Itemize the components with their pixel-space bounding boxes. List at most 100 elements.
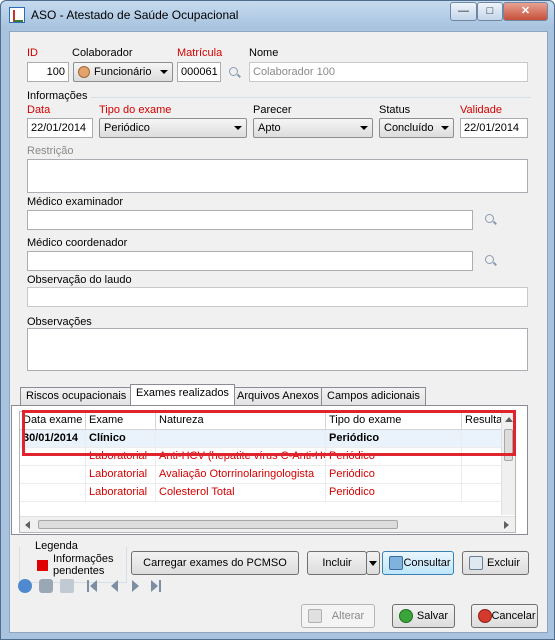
- next-record-icon[interactable]: [129, 579, 143, 593]
- restricao-textarea[interactable]: [27, 159, 528, 193]
- legend-item-label: Informações pendentes: [53, 553, 114, 577]
- cell-exame: Clínico: [86, 430, 156, 448]
- history-icon[interactable]: [60, 579, 74, 593]
- cell-natureza: Anti-HCV (hepatite vírus C-Anti-HCV): [156, 448, 326, 466]
- table-row[interactable]: Laboratorial Avaliação Otorrinolaringolo…: [20, 466, 506, 484]
- app-icon: [9, 7, 25, 23]
- scroll-right-icon[interactable]: [504, 521, 509, 529]
- column-header-natureza[interactable]: Natureza: [156, 412, 326, 430]
- help-icon[interactable]: [18, 579, 32, 593]
- excluir-button[interactable]: Excluir: [462, 551, 529, 575]
- cell-tipo: Periódico: [326, 430, 462, 448]
- status-value: Concluído: [384, 122, 434, 134]
- refresh-icon[interactable]: [39, 579, 53, 593]
- informacoes-group-label: Informações: [27, 90, 88, 102]
- nome-label: Nome: [249, 47, 279, 59]
- first-record-icon[interactable]: [87, 579, 101, 593]
- observacao-laudo-label: Observação do laudo: [27, 274, 132, 286]
- cancelar-button[interactable]: Cancelar: [471, 604, 538, 628]
- alterar-button[interactable]: Alterar: [301, 604, 375, 628]
- table-row[interactable]: Laboratorial Anti-HCV (hepatite vírus C-…: [20, 448, 506, 466]
- scroll-thumb[interactable]: [504, 429, 513, 461]
- cell-resultado: [462, 430, 506, 448]
- medico-examinador-field[interactable]: [27, 210, 473, 230]
- chevron-down-icon: [234, 126, 242, 130]
- cell-tipo: Periódico: [326, 484, 462, 502]
- search-icon[interactable]: [485, 214, 494, 223]
- colaborador-type-value: Funcionário: [94, 66, 152, 78]
- close-button[interactable]: ✕: [503, 2, 548, 21]
- cell-resultado: [462, 466, 506, 484]
- cell-natureza: Colesterol Total: [156, 484, 326, 502]
- column-header-exame[interactable]: Exame: [86, 412, 156, 430]
- incluir-dropdown-button[interactable]: [366, 551, 380, 575]
- nome-field[interactable]: Colaborador 100: [249, 62, 528, 82]
- medico-coordenador-field[interactable]: [27, 251, 473, 271]
- parecer-value: Apto: [258, 122, 281, 134]
- cell-natureza: Avaliação Otorrinolaringologista: [156, 466, 326, 484]
- check-icon: [399, 609, 413, 623]
- matricula-label: Matrícula: [177, 47, 223, 59]
- search-icon[interactable]: [229, 67, 238, 76]
- validade-label: Validade: [460, 104, 502, 116]
- cell-exame: Laboratorial: [86, 448, 156, 466]
- column-header-resultado[interactable]: Resulta: [462, 412, 506, 430]
- parecer-dropdown[interactable]: Apto: [253, 118, 373, 138]
- parecer-label: Parecer: [253, 104, 292, 116]
- excluir-label: Excluir: [486, 557, 520, 569]
- medico-coordenador-label: Médico coordenador: [27, 237, 128, 249]
- previous-record-icon[interactable]: [108, 579, 122, 593]
- data-field[interactable]: 22/01/2014: [27, 118, 93, 138]
- maximize-button[interactable]: □: [477, 2, 503, 21]
- cell-resultado: [462, 448, 506, 466]
- tab-arquivos-anexos[interactable]: Arquivos Anexos: [231, 387, 325, 405]
- data-label: Data: [27, 104, 51, 116]
- tab-exames-realizados[interactable]: Exames realizados: [130, 384, 235, 405]
- aso-window: ASO - Atestado de Saúde Ocupacional — □ …: [0, 0, 555, 640]
- vertical-scrollbar[interactable]: [501, 412, 515, 515]
- chevron-down-icon: [360, 126, 368, 130]
- observacoes-textarea[interactable]: [27, 328, 528, 371]
- grid-header: Data exame Exame Natureza Tipo do exame …: [20, 412, 506, 430]
- cancel-icon: [478, 609, 492, 623]
- colaborador-type-dropdown[interactable]: Funcionário: [73, 62, 173, 82]
- medico-examinador-label: Médico examinador: [27, 196, 123, 208]
- title-bar: ASO - Atestado de Saúde Ocupacional — □ …: [1, 1, 554, 29]
- cell-tipo: Periódico: [326, 466, 462, 484]
- tab-riscos-ocupacionais[interactable]: Riscos ocupacionais: [20, 387, 133, 405]
- tab-campos-adicionais[interactable]: Campos adicionais: [321, 387, 426, 405]
- consultar-label: Consultar: [403, 557, 451, 569]
- search-icon[interactable]: [485, 255, 494, 264]
- carregar-exames-button[interactable]: Carregar exames do PCMSO: [131, 551, 299, 575]
- validade-field[interactable]: 22/01/2014: [460, 118, 528, 138]
- observacoes-label: Observações: [27, 316, 92, 328]
- cell-natureza: [156, 430, 326, 448]
- restricao-label: Restrição: [27, 145, 74, 157]
- tipo-exame-dropdown[interactable]: Periódico: [99, 118, 247, 138]
- status-dropdown[interactable]: Concluído: [379, 118, 454, 138]
- column-header-data[interactable]: Data exame: [20, 412, 86, 430]
- table-row[interactable]: Laboratorial Colesterol Total Periódico: [20, 484, 506, 502]
- chevron-down-icon: [160, 70, 168, 74]
- column-header-tipo[interactable]: Tipo do exame: [326, 412, 462, 430]
- salvar-button[interactable]: Salvar: [392, 604, 455, 628]
- cell-data: 30/01/2014: [20, 430, 86, 448]
- cell-data: [20, 448, 86, 466]
- last-record-icon[interactable]: [149, 579, 163, 593]
- consultar-button[interactable]: Consultar: [382, 551, 454, 575]
- table-row[interactable]: 30/01/2014 Clínico Periódico: [20, 430, 506, 448]
- cell-tipo: Periódico: [326, 448, 462, 466]
- id-field[interactable]: 100: [27, 62, 69, 82]
- matricula-field[interactable]: 000061: [177, 62, 221, 82]
- excluir-icon: [469, 556, 483, 570]
- scroll-up-icon[interactable]: [505, 417, 513, 422]
- minimize-button[interactable]: —: [450, 2, 477, 21]
- observacao-laudo-field[interactable]: [27, 287, 528, 307]
- incluir-button[interactable]: Incluir: [307, 551, 367, 575]
- person-icon: [78, 66, 90, 78]
- tipo-exame-value: Periódico: [104, 122, 150, 134]
- cell-exame: Laboratorial: [86, 484, 156, 502]
- status-label: Status: [379, 104, 411, 116]
- id-label: ID: [27, 47, 38, 59]
- cell-data: [20, 466, 86, 484]
